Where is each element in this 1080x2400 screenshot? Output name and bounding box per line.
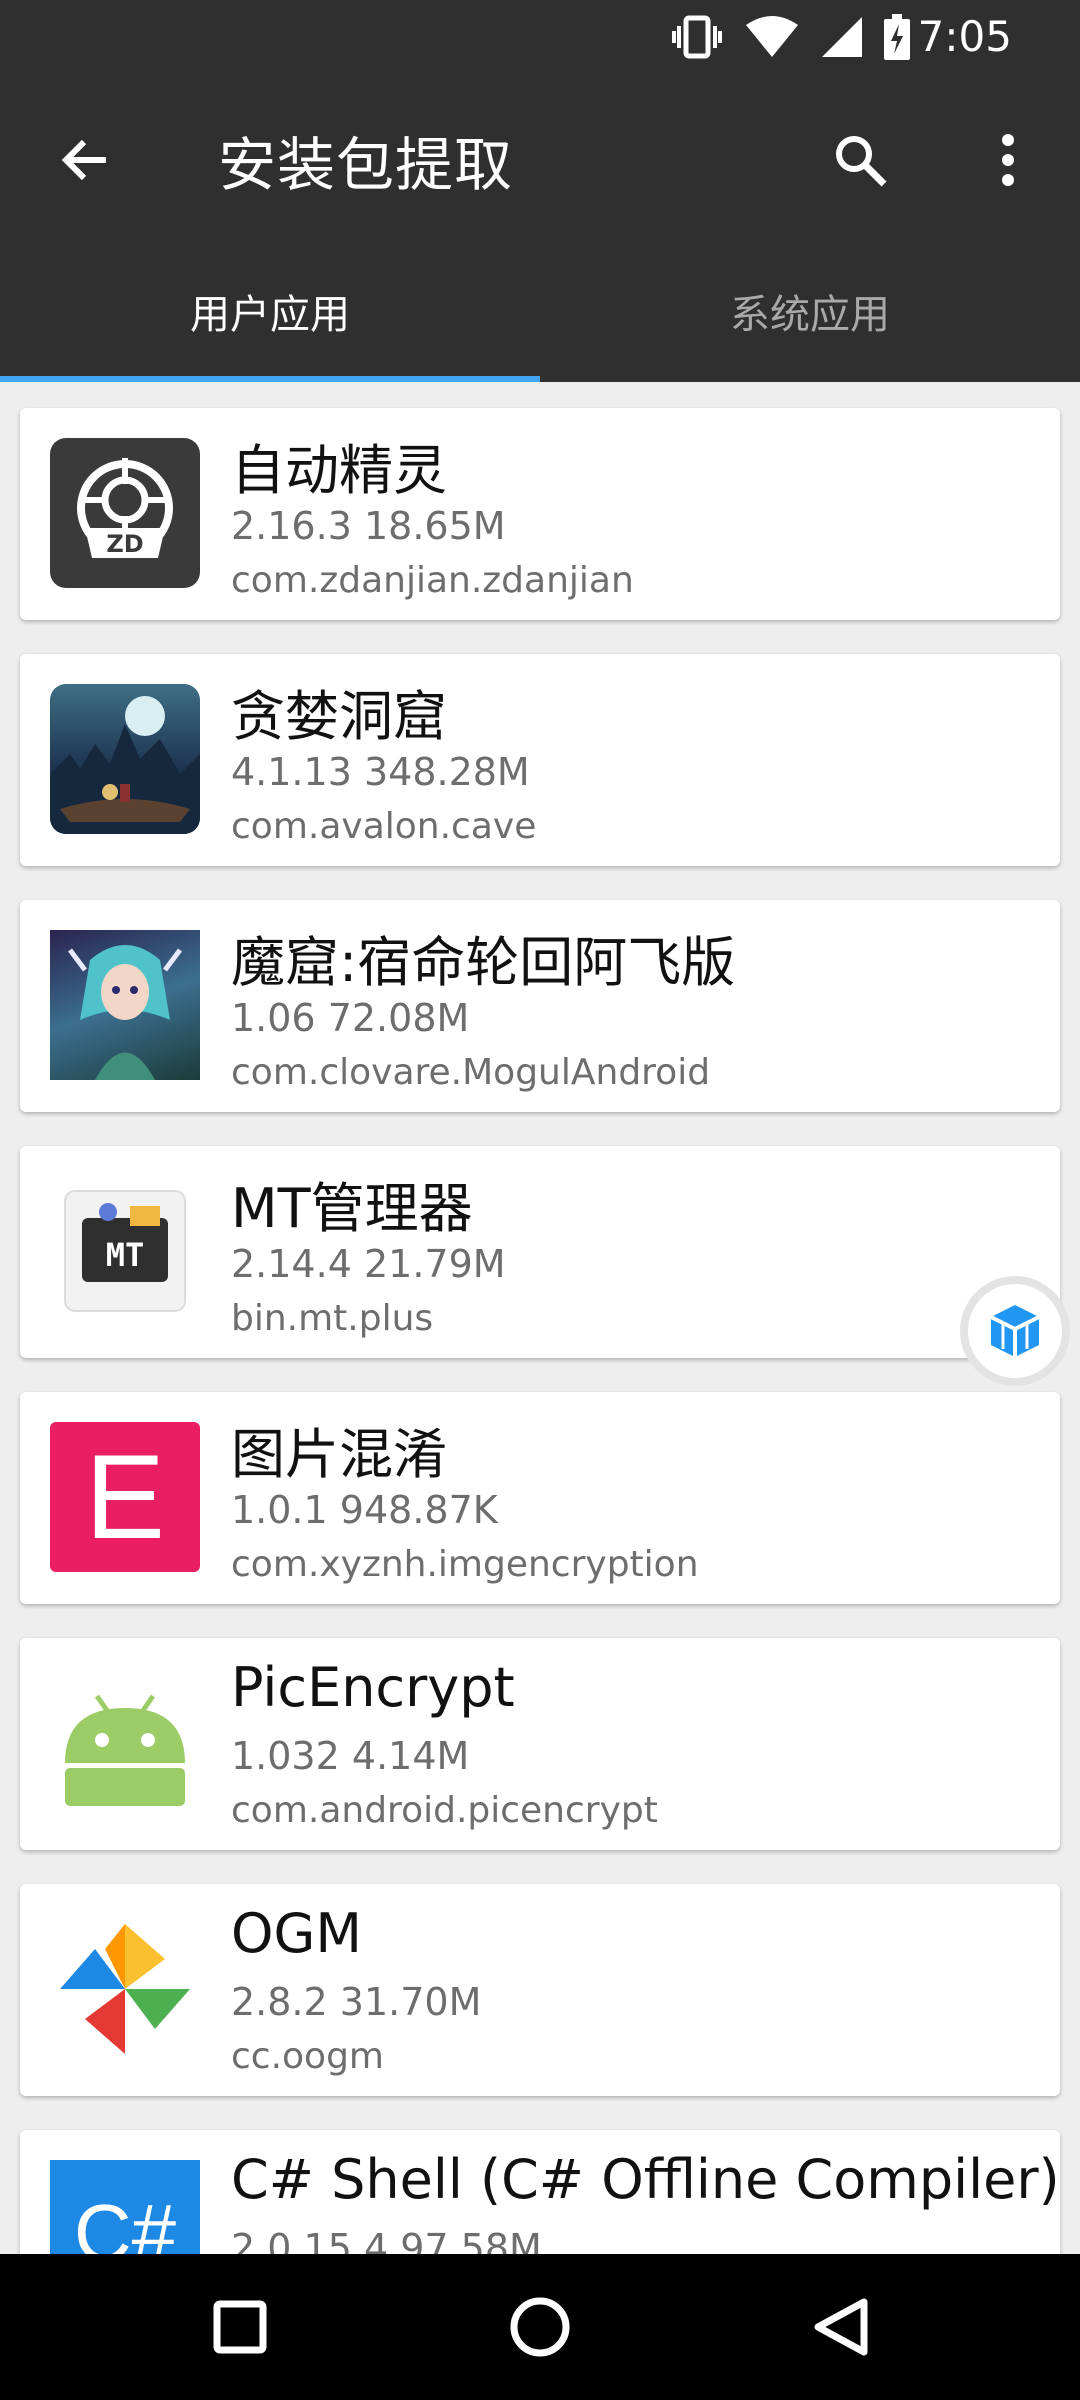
app-list-item[interactable]: C# C# Shell (C# Offline Compiler) 2.0.15…: [20, 2130, 1060, 2254]
status-time: 7:05: [917, 12, 1012, 61]
app-list-item[interactable]: E 图片混淆 1.0.1 948.87K com.xyznh.imgencryp…: [20, 1392, 1060, 1604]
app-name: 贪婪洞窟: [231, 685, 447, 748]
home-button[interactable]: [490, 2277, 590, 2377]
floating-cube-button[interactable]: [960, 1276, 1070, 1386]
app-list-item[interactable]: PicEncrypt 1.032 4.14M com.android.picen…: [20, 1638, 1060, 1850]
back-button[interactable]: [40, 120, 128, 200]
app-version-size: 1.06 72.08M: [231, 996, 470, 1040]
app-version-size: 2.0.15.4 97.58M: [231, 2226, 542, 2254]
app-name: 魔窟:宿命轮回阿飞版: [231, 931, 736, 994]
recents-button[interactable]: [190, 2277, 290, 2377]
app-version-size: 1.0.1 948.87K: [231, 1488, 498, 1532]
zd-logo-icon: ZD: [50, 438, 200, 588]
more-vert-icon: [1002, 134, 1014, 186]
zd-icon-text: ZD: [106, 530, 143, 558]
status-bar: 7:05: [0, 0, 1080, 80]
app-list-item[interactable]: OGM 2.8.2 31.70M cc.oogm: [20, 1884, 1060, 2096]
app-package: com.zdanjian.zdanjian: [231, 560, 634, 601]
app-list-item[interactable]: ZD 自动精灵 2.16.3 18.65M com.zdanjian.zdanj…: [20, 408, 1060, 620]
circle-home-icon: [510, 2297, 570, 2357]
vibrate-icon: [672, 15, 722, 59]
cell-signal-icon: [822, 17, 862, 57]
cube-icon: [990, 1305, 1040, 1357]
app-list-item[interactable]: 魔窟:宿命轮回阿飞版 1.06 72.08M com.clovare.Mogul…: [20, 900, 1060, 1112]
tab-system-apps[interactable]: 系统应用: [540, 240, 1080, 382]
square-recents-icon: [213, 2300, 267, 2354]
app-version-size: 2.16.3 18.65M: [231, 504, 506, 548]
app-name: OGM: [231, 1902, 362, 1965]
more-options-button[interactable]: [968, 120, 1048, 200]
letter-e-icon: E: [50, 1422, 200, 1572]
app-name: PicEncrypt: [231, 1656, 515, 1719]
app-name: C# Shell (C# Offline Compiler): [231, 2148, 1060, 2211]
triangle-back-icon: [814, 2298, 868, 2356]
app-name: 图片混淆: [231, 1423, 447, 1486]
app-package: cc.oogm: [231, 2036, 384, 2077]
tab-bar: 用户应用 系统应用: [0, 240, 1080, 382]
pinwheel-icon: [50, 1914, 200, 2064]
app-list-item[interactable]: MT MT管理器 2.14.4 21.79M bin.mt.plus: [20, 1146, 1060, 1358]
app-package: com.avalon.cave: [231, 806, 537, 847]
csharp-icon-text: C#: [74, 2188, 177, 2254]
app-list[interactable]: ZD 自动精灵 2.16.3 18.65M com.zdanjian.zdanj…: [0, 382, 1080, 2254]
search-button[interactable]: [815, 120, 905, 200]
app-package: com.xyznh.imgencryption: [231, 1544, 699, 1585]
app-version-size: 1.032 4.14M: [231, 1734, 470, 1778]
app-version-size: 2.14.4 21.79M: [231, 1242, 506, 1286]
app-package: bin.mt.plus: [231, 1298, 434, 1339]
search-icon: [836, 136, 887, 187]
page-title: 安装包提取: [218, 131, 514, 199]
wifi-icon: [746, 16, 798, 57]
mt-manager-icon: MT: [50, 1176, 200, 1326]
app-name: MT管理器: [231, 1177, 473, 1240]
app-list-item[interactable]: 贪婪洞窟 4.1.13 348.28M com.avalon.cave: [20, 654, 1060, 866]
system-nav-bar: [0, 2254, 1080, 2400]
csharp-icon: C#: [50, 2160, 200, 2254]
status-icons: [672, 14, 910, 60]
mt-icon-text: MT: [106, 1236, 145, 1274]
app-bar: 安装包提取: [0, 80, 1080, 240]
app-package: com.android.picencrypt: [231, 1790, 658, 1831]
app-version-size: 4.1.13 348.28M: [231, 750, 530, 794]
android-robot-icon: [50, 1668, 200, 1818]
anime-character-icon: [50, 930, 200, 1080]
tab-user-apps[interactable]: 用户应用: [0, 240, 540, 382]
app-name: 自动精灵: [231, 439, 447, 502]
battery-charging-icon: [884, 14, 910, 60]
cave-game-icon: [50, 684, 200, 834]
app-version-size: 2.8.2 31.70M: [231, 1980, 482, 2024]
app-package: com.clovare.MogulAndroid: [231, 1052, 711, 1093]
nav-back-button[interactable]: [790, 2277, 890, 2377]
arrow-back-icon: [61, 139, 106, 181]
